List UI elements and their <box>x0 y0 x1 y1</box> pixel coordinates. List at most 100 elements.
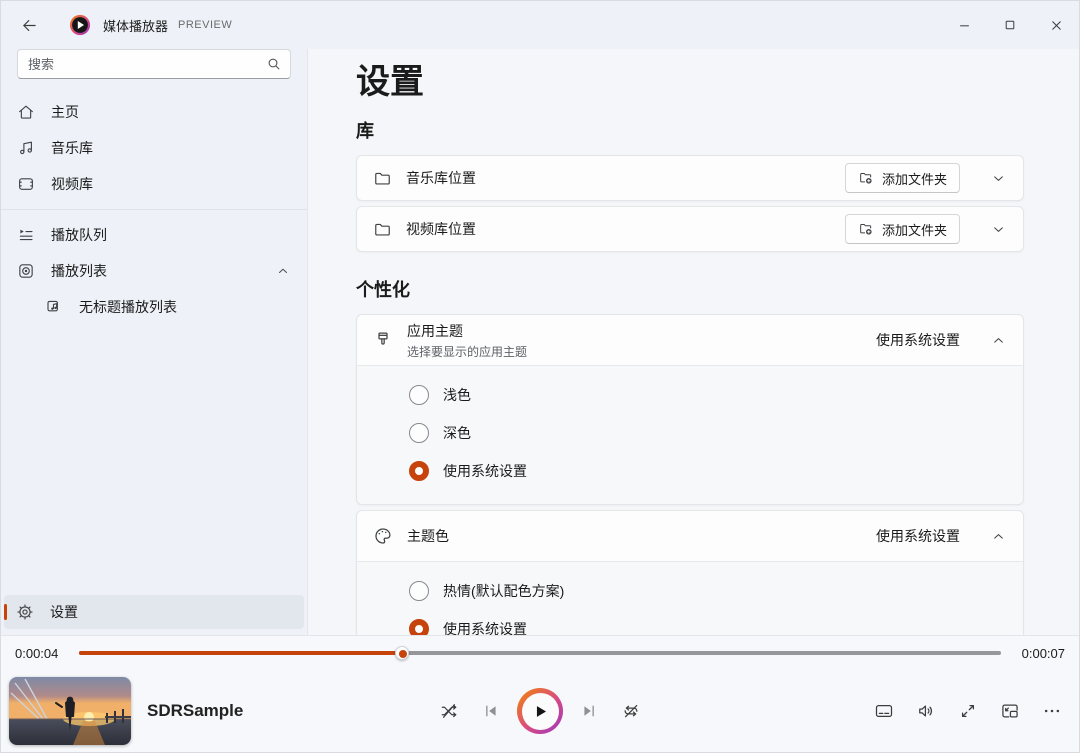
volume-icon <box>919 705 933 717</box>
mini-player-button[interactable] <box>993 695 1027 727</box>
radio-label: 使用系统设置 <box>443 621 527 635</box>
add-folder-button[interactable]: 添加文件夹 <box>844 214 960 244</box>
captions-icon <box>875 704 893 718</box>
radio-label: 深色 <box>443 425 471 441</box>
playlists-icon <box>19 264 33 278</box>
shuffle-button[interactable] <box>433 695 465 727</box>
secondary-controls <box>867 695 1069 727</box>
player-controls-row: SDRSample <box>1 670 1079 752</box>
add-folder-label: 添加文件夹 <box>881 171 947 187</box>
video-library-icon <box>19 178 33 190</box>
sidebar-item-label: 视频库 <box>51 176 93 192</box>
app-theme-header[interactable]: 应用主题 选择要显示的应用主题 使用系统设置 <box>357 315 1023 365</box>
add-folder-button[interactable]: 添加文件夹 <box>844 163 960 193</box>
maximize-icon <box>1005 20 1015 30</box>
media-player-logo-icon <box>69 14 91 36</box>
previous-track-button[interactable] <box>475 695 507 727</box>
seek-fill <box>79 651 402 655</box>
minimize-button[interactable] <box>941 1 987 49</box>
expander-value: 使用系统设置 <box>876 332 960 348</box>
play-button-inner <box>521 692 559 730</box>
play-button[interactable] <box>517 688 563 734</box>
app-theme-card: 应用主题 选择要显示的应用主题 使用系统设置 浅色 深色 使用系统设置 <box>356 314 1024 505</box>
radio-option-system[interactable]: 使用系统设置 <box>409 452 1007 490</box>
library-section-heading: 库 <box>356 121 374 141</box>
sidebar-item-playlists[interactable]: 播放列表 <box>5 254 303 288</box>
player-bar: 0:00:04 0:00:07 SDRSample <box>1 635 1079 752</box>
back-button[interactable] <box>13 9 45 41</box>
expander-subtitle: 选择要显示的应用主题 <box>407 344 528 359</box>
sidebar-item-label: 播放列表 <box>51 263 107 279</box>
chevron-down-icon[interactable] <box>992 223 1005 236</box>
add-folder-icon <box>860 172 872 184</box>
expander-title: 主题色 <box>407 528 449 544</box>
music-library-locations-row[interactable]: 音乐库位置 添加文件夹 <box>356 155 1024 201</box>
volume-button[interactable] <box>909 695 943 727</box>
seek-row: 0:00:04 0:00:07 <box>1 636 1079 670</box>
home-icon <box>19 105 33 119</box>
radio-button[interactable] <box>409 619 429 635</box>
chevron-down-icon[interactable] <box>992 172 1005 185</box>
radio-option-light[interactable]: 浅色 <box>409 376 1007 414</box>
seek-thumb[interactable] <box>394 646 409 660</box>
sidebar-separator <box>1 209 307 210</box>
theme-color-card: 主题色 使用系统设置 热情(默认配色方案) 使用系统设置 你将在下次启动应用时看… <box>356 510 1024 635</box>
sidebar-item-label: 主页 <box>51 104 79 120</box>
radio-button[interactable] <box>409 461 429 481</box>
radio-option-warm-default[interactable]: 热情(默认配色方案) <box>409 572 1007 610</box>
app-theme-options: 浅色 深色 使用系统设置 <box>357 365 1023 504</box>
window-controls <box>941 1 1079 49</box>
maximize-button[interactable] <box>987 1 1033 49</box>
chevron-up-icon[interactable] <box>992 334 1005 347</box>
previous-track-icon <box>486 705 496 717</box>
next-track-button[interactable] <box>573 695 605 727</box>
personalization-section-heading: 个性化 <box>356 280 410 300</box>
radio-button[interactable] <box>409 423 429 443</box>
more-icon <box>1044 709 1060 713</box>
theme-color-header[interactable]: 主题色 使用系统设置 <box>357 511 1023 561</box>
repeat-off-icon <box>624 704 638 718</box>
sidebar-item-untitled-playlist[interactable]: 无标题播放列表 <box>5 290 303 324</box>
chevron-up-icon[interactable] <box>992 530 1005 543</box>
radio-option-system-color[interactable]: 使用系统设置 <box>409 610 1007 635</box>
captions-button[interactable] <box>867 695 901 727</box>
now-playing: SDRSample <box>9 677 243 745</box>
album-art[interactable] <box>9 677 131 745</box>
radio-label: 热情(默认配色方案) <box>443 583 565 599</box>
close-icon <box>1051 20 1061 30</box>
add-folder-icon <box>860 223 872 235</box>
radio-button[interactable] <box>409 385 429 405</box>
sidebar-item-play-queue[interactable]: 播放队列 <box>5 218 303 252</box>
media-player-window: 媒体播放器 PREVIEW 主页 <box>0 0 1080 753</box>
folder-icon <box>375 172 390 185</box>
expander-title: 应用主题 <box>407 322 463 339</box>
expander-value: 使用系统设置 <box>876 528 960 544</box>
repeat-button[interactable] <box>615 695 647 727</box>
music-library-icon <box>20 141 32 155</box>
row-label: 视频库位置 <box>406 221 476 237</box>
fullscreen-button[interactable] <box>951 695 985 727</box>
page-title: 设置 <box>356 63 424 101</box>
radio-label: 使用系统设置 <box>443 463 527 479</box>
sidebar-item-music-library[interactable]: 音乐库 <box>5 131 303 165</box>
sidebar-item-settings[interactable]: 设置 <box>4 595 304 629</box>
radio-button[interactable] <box>409 581 429 601</box>
sidebar: 主页 音乐库 视频库 播放队列 播放列表 <box>1 49 308 635</box>
more-button[interactable] <box>1035 695 1069 727</box>
preview-badge: PREVIEW <box>178 19 233 31</box>
sidebar-item-label: 设置 <box>50 604 78 620</box>
search-input[interactable] <box>17 49 291 79</box>
search-icon <box>268 58 280 70</box>
seek-slider[interactable] <box>79 646 1001 660</box>
video-library-locations-row[interactable]: 视频库位置 添加文件夹 <box>356 206 1024 252</box>
mini-player-icon <box>1002 704 1018 718</box>
folder-icon <box>375 223 390 236</box>
sidebar-item-home[interactable]: 主页 <box>5 95 303 129</box>
add-folder-label: 添加文件夹 <box>881 222 947 238</box>
close-button[interactable] <box>1033 1 1079 49</box>
sidebar-item-video-library[interactable]: 视频库 <box>5 167 303 201</box>
chevron-up-icon[interactable] <box>277 265 289 277</box>
sidebar-nav: 主页 音乐库 视频库 播放队列 播放列表 无标题播放列表 <box>1 93 307 326</box>
radio-option-dark[interactable]: 深色 <box>409 414 1007 452</box>
back-arrow-icon <box>22 19 36 31</box>
